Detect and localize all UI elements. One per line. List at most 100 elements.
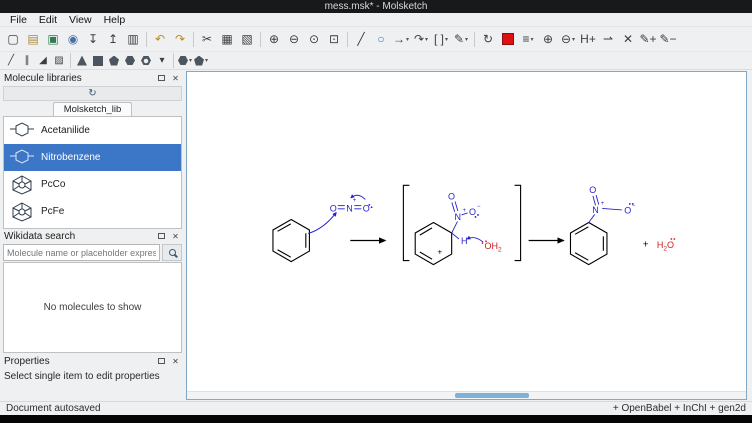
titlebar[interactable]: mess.msk* - Molsketch <box>0 0 752 13</box>
bond-double-tool-button[interactable]: ∥ <box>19 54 35 68</box>
cut-button[interactable]: ✂ <box>197 29 217 49</box>
zoom-out-button[interactable]: ⊖ <box>284 29 304 49</box>
bond-hash-tool-button[interactable]: ▨ <box>51 54 67 68</box>
float-icon <box>158 358 165 364</box>
save-as-document-button[interactable]: ◉ <box>63 29 83 49</box>
hydrogen-add-tool-icon: H+ <box>580 33 596 45</box>
library-item-acetanilide[interactable]: Acetanilide <box>4 117 181 144</box>
panel-header: Wikidata search ✕ <box>2 229 183 243</box>
atom-label: O <box>589 185 596 195</box>
hydrogen-add-tool-button[interactable]: H+ <box>578 29 598 49</box>
atom-label: O <box>448 191 455 201</box>
menu-help[interactable]: Help <box>98 14 132 26</box>
draw-tool-button[interactable]: ╱ <box>351 29 371 49</box>
library-item-pcco[interactable]: PcCo <box>4 171 181 198</box>
window-title: mess.msk* - Molsketch <box>325 1 428 12</box>
reaction-arrow-tool-button[interactable]: →▾ <box>391 29 411 49</box>
template-cyclohexane-button[interactable] <box>122 54 138 68</box>
atom-label: O <box>469 207 476 217</box>
import-molecule-button[interactable]: ↧ <box>83 29 103 49</box>
main-area: Molecule libraries ✕ ↻ Molsketch_lib Ace… <box>0 70 752 401</box>
curved-arrow-deprotonation <box>467 238 483 242</box>
app-window: mess.msk* - Molsketch FileEditViewHelp ▢… <box>0 0 752 423</box>
open-document-button[interactable]: ▤ <box>23 29 43 49</box>
text-tool-button[interactable]: ✎▾ <box>451 29 471 49</box>
print-document-button[interactable]: ▥ <box>123 29 143 49</box>
undock-panel-button[interactable] <box>156 231 167 242</box>
zoom-original-button[interactable]: ⊙ <box>304 29 324 49</box>
tab-molsketch-lib[interactable]: Molsketch_lib <box>53 102 133 116</box>
library-item-nitrobenzene[interactable]: Nitrobenzene <box>4 144 181 171</box>
bond-single-tool-icon: ╱ <box>8 56 14 66</box>
rotate-tool-button[interactable]: ↻ <box>478 29 498 49</box>
bond-double-tool-icon: ∥ <box>25 56 30 66</box>
dropdown-caret-icon: ▾ <box>406 36 409 43</box>
charge-plus-tool-button[interactable]: ⊕ <box>538 29 558 49</box>
undock-panel-button[interactable] <box>156 73 167 84</box>
dropdown-caret-icon: ▾ <box>425 36 428 43</box>
delete-tool-icon: ✕ <box>623 33 633 45</box>
line-width-tool-button[interactable]: ≡▾ <box>518 29 538 49</box>
rotate-tool-icon: ↻ <box>483 33 493 45</box>
toolbar-main: ▢▤▣◉↧↥▥↶↷✂▦▧⊕⊖⊙⊡╱○→▾↷▾[ ]▾✎▾↻≡▾⊕⊖▾H+⇀✕✎+… <box>0 27 752 52</box>
library-item-pcfe[interactable]: PcFe <box>4 198 181 225</box>
zoom-in-button[interactable]: ⊕ <box>264 29 284 49</box>
undock-panel-button[interactable] <box>156 356 167 367</box>
menu-view[interactable]: View <box>63 14 98 26</box>
search-input[interactable] <box>3 244 160 261</box>
charge-label: + <box>601 201 605 207</box>
mechanism-arrow-tool-button[interactable]: ↷▾ <box>411 29 431 49</box>
new-document-button[interactable]: ▢ <box>3 29 23 49</box>
template-cyclopropane-button[interactable] <box>74 54 90 68</box>
template-benzene-button[interactable] <box>138 54 154 68</box>
horizontal-scrollbar[interactable] <box>187 391 746 399</box>
export-image-button[interactable]: ↥ <box>103 29 123 49</box>
bracket-tool-button[interactable]: [ ]▾ <box>431 29 451 49</box>
menubar: FileEditViewHelp <box>0 13 752 27</box>
library-settings-button[interactable]: ↻ <box>3 86 182 101</box>
close-icon: ✕ <box>172 74 179 83</box>
template-cyclopentane-button[interactable] <box>106 54 122 68</box>
redo-button[interactable]: ↷ <box>170 29 190 49</box>
close-panel-button[interactable]: ✕ <box>170 231 181 242</box>
redo-icon: ↷ <box>175 33 185 45</box>
template-dropdown-2-button[interactable]: ▾ <box>193 54 209 68</box>
hydrogen-remove-tool-button[interactable]: ⇀ <box>598 29 618 49</box>
properties-hint: Select single item to edit properties <box>2 368 183 385</box>
bond-wedge-tool-button[interactable]: ◢ <box>35 54 51 68</box>
molecule-thumbnail <box>7 173 37 197</box>
delete-tool-button[interactable]: ✕ <box>618 29 638 49</box>
zoom-fit-icon: ⊡ <box>329 33 339 45</box>
close-panel-button[interactable]: ✕ <box>170 73 181 84</box>
scrollbar-thumb[interactable] <box>455 393 529 398</box>
undo-icon: ↶ <box>155 33 165 45</box>
molecule-name: PcCo <box>41 179 65 190</box>
water-nucleophile: OH2 <box>467 238 502 254</box>
new-document-icon: ▢ <box>7 33 18 45</box>
charge-minus-tool-button[interactable]: ⊖▾ <box>558 29 578 49</box>
edit-remove-tool-icon: ✎− <box>659 33 676 45</box>
search-button[interactable] <box>162 244 182 261</box>
dropdown-caret-icon: ▾ <box>445 36 448 43</box>
menu-edit[interactable]: Edit <box>33 14 63 26</box>
molecule-thumbnail <box>7 146 37 170</box>
menu-file[interactable]: File <box>4 14 33 26</box>
undo-button[interactable]: ↶ <box>150 29 170 49</box>
molecule-canvas[interactable]: O N O + <box>187 72 746 391</box>
template-dropdown-1-button[interactable]: ▾ <box>177 54 193 68</box>
close-panel-button[interactable]: ✕ <box>170 356 181 367</box>
ring-tool-button[interactable]: ○ <box>371 29 391 49</box>
paste-button[interactable]: ▧ <box>237 29 257 49</box>
molecule-name: PcFe <box>41 206 64 217</box>
template-ring-more-button[interactable]: ▾ <box>154 54 170 68</box>
color-swatch-button[interactable] <box>498 29 518 49</box>
float-icon <box>158 75 165 81</box>
canvas-area[interactable]: O N O + <box>186 71 747 400</box>
copy-button[interactable]: ▦ <box>217 29 237 49</box>
save-document-button[interactable]: ▣ <box>43 29 63 49</box>
zoom-fit-button[interactable]: ⊡ <box>324 29 344 49</box>
bond-single-tool-button[interactable]: ╱ <box>3 54 19 68</box>
edit-add-tool-button[interactable]: ✎+ <box>638 29 658 49</box>
template-cyclobutane-button[interactable] <box>90 54 106 68</box>
edit-remove-tool-button[interactable]: ✎− <box>658 29 678 49</box>
